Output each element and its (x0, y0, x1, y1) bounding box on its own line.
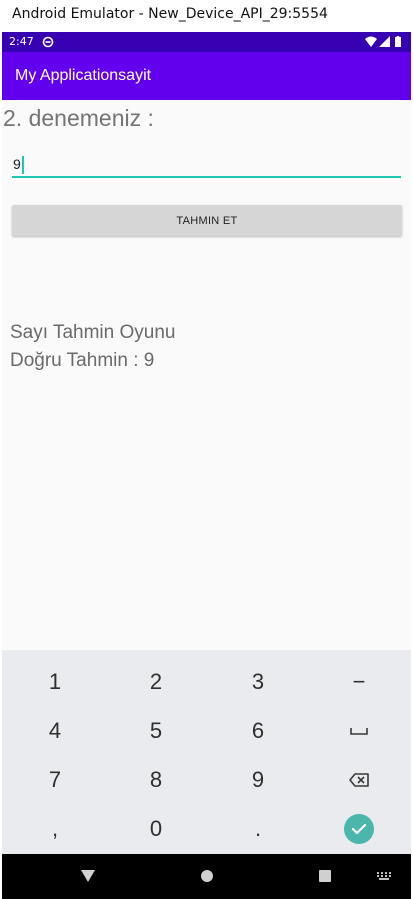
status-time: 2:47 (9, 35, 34, 48)
guess-input[interactable] (12, 152, 401, 178)
status-bar: 2:47 (2, 32, 411, 52)
backspace-icon (349, 773, 369, 787)
key-7[interactable]: 7 (4, 755, 106, 805)
app-bar: My Applicationsayit (2, 52, 411, 100)
guess-button[interactable]: TAHMIN ET (12, 205, 402, 236)
back-icon (81, 870, 95, 882)
game-info: Sayı Tahmin Oyunu Doğru Tahmin : 9 (10, 319, 175, 375)
key-0[interactable]: 0 (105, 804, 207, 854)
done-button-circle (344, 814, 374, 844)
done-check-icon (351, 823, 367, 835)
nav-home-button[interactable] (197, 866, 217, 886)
emulator-title-bar: Android Emulator - New_Device_API_29:555… (0, 0, 413, 32)
game-title: Sayı Tahmin Oyunu (10, 322, 176, 343)
status-icons (365, 36, 401, 47)
nav-back-button[interactable] (78, 866, 98, 886)
key-4[interactable]: 4 (4, 706, 106, 756)
key-period[interactable]: . (207, 804, 309, 854)
sync-icon (42, 36, 54, 48)
guess-input-wrapper[interactable] (12, 152, 401, 180)
signal-icon (379, 36, 390, 47)
key-9[interactable]: 9 (207, 755, 309, 805)
text-cursor (22, 156, 24, 174)
attempt-label: 2. denemeniz : (3, 105, 154, 131)
key-1[interactable]: 1 (4, 657, 106, 707)
key-2[interactable]: 2 (105, 657, 207, 707)
result-text: Doğru Tahmin : 9 (10, 350, 155, 371)
keyboard-switch-icon (377, 872, 391, 880)
key-8[interactable]: 8 (105, 755, 207, 805)
key-space[interactable] (308, 706, 410, 756)
nav-keyboard-switch-button[interactable] (374, 866, 394, 886)
app-title: My Applicationsayit (15, 67, 152, 84)
space-icon (350, 728, 368, 735)
key-comma[interactable]: , (4, 804, 106, 854)
home-icon (201, 870, 213, 882)
battery-icon (395, 37, 401, 47)
nav-recents-button[interactable] (315, 866, 335, 886)
wifi-icon (365, 36, 377, 47)
navigation-bar (2, 854, 411, 899)
key-minus[interactable]: − (308, 657, 410, 707)
key-done[interactable] (308, 804, 410, 854)
key-3[interactable]: 3 (207, 657, 309, 707)
numeric-keyboard: 1 2 3 − 4 5 6 7 8 9 , 0 . (2, 650, 411, 854)
key-6[interactable]: 6 (207, 706, 309, 756)
key-5[interactable]: 5 (105, 706, 207, 756)
main-content: 2. denemeniz : TAHMIN ET Sayı Tahmin Oyu… (2, 100, 411, 650)
key-backspace[interactable] (308, 755, 410, 805)
recents-icon (319, 870, 331, 882)
device-screen: 2:47 My Applicationsayit 2. denemeniz : … (2, 32, 411, 899)
emulator-window-title: Android Emulator - New_Device_API_29:555… (12, 6, 328, 22)
